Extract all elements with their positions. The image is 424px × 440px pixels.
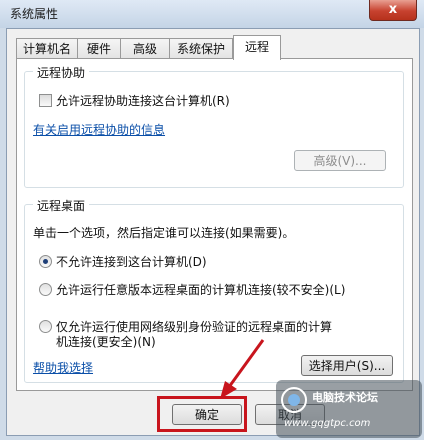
allow-remote-assistance-checkbox[interactable] (39, 94, 52, 107)
tab-advanced[interactable]: 高级 (120, 38, 170, 59)
radio-allow-nla-label-line2: 机连接(更安全)(N) (56, 335, 156, 349)
tab-system-protection[interactable]: 系统保护 (169, 38, 233, 59)
annotation-arrow-icon (220, 339, 265, 399)
help-me-choose-link[interactable]: 帮助我选择 (33, 359, 93, 376)
watermark-url: www.gqgtpc.com (284, 418, 371, 429)
watermark-globe-icon (281, 387, 307, 413)
tab-label: 高级 (132, 42, 157, 56)
title-bar: 系统属性 x (0, 0, 424, 28)
close-button[interactable]: x (369, 0, 417, 21)
allow-remote-assistance-label: 允许远程协助连接这台计算机(R) (56, 94, 230, 108)
window-title: 系统属性 (10, 7, 59, 21)
tab-hardware[interactable]: 硬件 (77, 38, 121, 59)
watermark-name: 电脑技术论坛 (312, 391, 378, 404)
remote-desktop-group: 远程桌面 单击一个选项，然后指定谁可以连接(如果需要)。 不允许连接到这台计算机… (24, 197, 404, 383)
watermark-logo: 电脑技术论坛 www.gqgtpc.com (276, 380, 422, 438)
radio-selected-dot (43, 259, 48, 264)
tab-label: 系统保护 (176, 42, 225, 56)
select-users-button[interactable]: 选择用户(S)... (301, 355, 393, 376)
close-icon: x (388, 2, 398, 17)
remote-assistance-info-link[interactable]: 有关启用远程协助的信息 (33, 121, 165, 138)
radio-dont-allow[interactable] (39, 255, 52, 268)
remote-assistance-title: 远程协助 (33, 64, 90, 81)
radio-allow-any-version-label: 允许运行任意版本远程桌面的计算机连接(较不安全)(L) (56, 283, 346, 297)
tab-label: 远程 (244, 40, 269, 54)
advanced-button[interactable]: 高级(V)... (294, 150, 386, 171)
remote-desktop-instruction: 单击一个选项，然后指定谁可以连接(如果需要)。 (33, 226, 295, 240)
tab-label: 硬件 (86, 42, 111, 56)
tab-computer-name[interactable]: 计算机名 (16, 38, 78, 59)
radio-dont-allow-label: 不允许连接到这台计算机(D) (56, 255, 207, 269)
dialog-client: 计算机名 硬件 高级 系统保护 远程 远程协助 允许远程协助连接这台计算机(R)… (6, 28, 420, 436)
tab-label: 计算机名 (22, 42, 71, 56)
radio-allow-nla[interactable] (39, 320, 52, 333)
remote-assistance-group: 远程协助 允许远程协助连接这台计算机(R) 有关启用远程协助的信息 高级(V).… (24, 64, 404, 188)
radio-allow-any-version[interactable] (39, 283, 52, 296)
remote-desktop-title: 远程桌面 (33, 197, 90, 214)
tab-remote[interactable]: 远程 (233, 35, 281, 60)
